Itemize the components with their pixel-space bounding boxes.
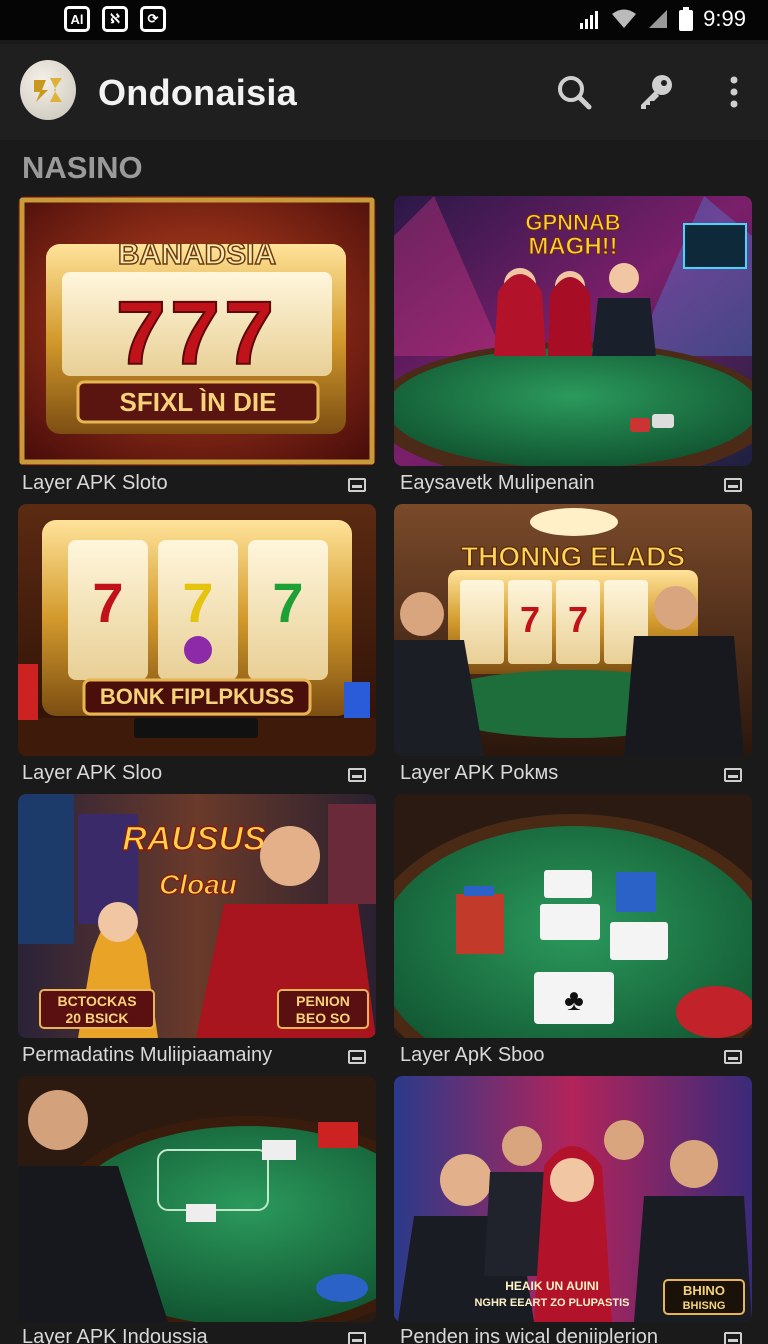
card-menu-icon[interactable] bbox=[724, 1050, 742, 1064]
game-thumbnail[interactable]: BHINO BHISNG HEAIK UN AUINI NGHR EEART Z… bbox=[394, 1076, 752, 1322]
card-caption: Penden ins wical deniiplerion bbox=[400, 1326, 658, 1344]
game-card[interactable]: BANADSIA 777 SFIXL ÌN DIE Layer APK Slot… bbox=[18, 196, 376, 496]
badge-left-line1: BCTOCKAS bbox=[57, 993, 136, 1009]
game-card[interactable]: 7 7 THONNG ELADS Layer APK Pokмs bbox=[394, 504, 752, 794]
signal-icon bbox=[580, 11, 599, 29]
card-caption: Layer APK Indoussia bbox=[22, 1326, 208, 1344]
card-menu-icon[interactable] bbox=[348, 1050, 366, 1064]
bottom-text-line1: HEAIK UN AUINI bbox=[505, 1279, 599, 1293]
status-bar: Al ℵ ⟳ 9:99 bbox=[0, 0, 768, 40]
battery-icon bbox=[679, 7, 694, 31]
game-thumbnail[interactable]: 7 7 7 BONK FIPLPKUSS bbox=[18, 504, 376, 756]
svg-text:7: 7 bbox=[92, 571, 123, 634]
svg-text:♣: ♣ bbox=[564, 984, 584, 1017]
svg-text:7: 7 bbox=[568, 599, 588, 640]
banner-text: GPNNAB bbox=[525, 210, 620, 235]
notification-icon: ℵ bbox=[102, 6, 128, 32]
game-card[interactable]: BHINO BHISNG HEAIK UN AUINI NGHR EEART Z… bbox=[394, 1076, 752, 1344]
badge-right-line1: BHINO bbox=[683, 1283, 725, 1298]
sub-text: MAGH!! bbox=[528, 233, 617, 260]
reels-text: 777 bbox=[116, 284, 278, 384]
game-card[interactable]: 7 7 7 BONK FIPLPKUSS Layer APK Sloo bbox=[18, 504, 376, 794]
sub-text: SFIXL ÌN DIE bbox=[120, 387, 277, 417]
game-thumbnail[interactable] bbox=[18, 1076, 376, 1322]
badge-left-line2: 20 BSICK bbox=[65, 1010, 128, 1026]
card-caption: Permadatins Muliipiaamainy bbox=[22, 1044, 273, 1066]
section-title: NASINO bbox=[22, 150, 143, 185]
key-button[interactable] bbox=[634, 70, 678, 114]
card-caption: Eaysavetk Mulipenain bbox=[400, 472, 595, 494]
game-card[interactable]: RAUSUS Cloau BCTOCKAS 20 BSICK PENION BE… bbox=[18, 794, 376, 1074]
card-menu-icon[interactable] bbox=[348, 478, 366, 492]
logo-mark-icon bbox=[34, 78, 62, 102]
svg-text:7: 7 bbox=[182, 571, 213, 634]
banner-text: RAUSUS bbox=[122, 820, 266, 858]
card-menu-icon[interactable] bbox=[724, 1332, 742, 1344]
game-thumbnail[interactable]: 7 7 THONNG ELADS bbox=[394, 504, 752, 756]
card-caption: Layer ApK Sboo bbox=[400, 1044, 545, 1066]
game-card[interactable]: GPNNAB MAGH!! Eaysavetk Mulipenain bbox=[394, 196, 752, 496]
wifi-icon bbox=[612, 9, 637, 28]
game-thumbnail[interactable]: RAUSUS Cloau BCTOCKAS 20 BSICK PENION BE… bbox=[18, 794, 376, 1038]
card-menu-icon[interactable] bbox=[348, 1332, 366, 1344]
sub-text: Cloau bbox=[159, 869, 237, 900]
card-caption: Layer APK Pokмs bbox=[400, 762, 559, 784]
svg-text:7: 7 bbox=[272, 571, 303, 634]
clock: 9:99 bbox=[703, 6, 746, 31]
card-menu-icon[interactable] bbox=[724, 478, 742, 492]
card-menu-icon[interactable] bbox=[348, 768, 366, 782]
banner-text: BANADSIA bbox=[118, 238, 276, 271]
sync-icon: ⟳ bbox=[140, 6, 166, 32]
app-logo[interactable] bbox=[20, 60, 76, 120]
badge-right-line2: BEO SO bbox=[296, 1010, 351, 1026]
banner-text: THONNG ELADS bbox=[461, 541, 685, 572]
more-button[interactable] bbox=[712, 70, 756, 114]
card-caption: Layer APK Sloto bbox=[22, 472, 168, 494]
game-thumbnail[interactable]: GPNNAB MAGH!! bbox=[394, 196, 752, 466]
game-card[interactable]: ♣ Layer ApK Sboo bbox=[394, 794, 752, 1074]
app-title: Ondonaisia bbox=[98, 72, 298, 113]
game-thumbnail[interactable]: ♣ bbox=[394, 794, 752, 1038]
notification-icon: Al bbox=[64, 6, 90, 32]
banner-text: BONK FIPLPKUSS bbox=[100, 684, 294, 709]
app-bar: Ondonaisia bbox=[0, 44, 768, 140]
more-vert-icon bbox=[730, 76, 738, 108]
card-caption: Layer APK Sloo bbox=[22, 762, 163, 784]
game-thumbnail[interactable]: BANADSIA 777 SFIXL ÌN DIE bbox=[18, 196, 376, 466]
search-button[interactable] bbox=[552, 70, 596, 114]
key-icon bbox=[641, 75, 672, 109]
game-card[interactable]: Layer APK Indoussia bbox=[18, 1076, 376, 1344]
badge-right-line1: PENION bbox=[296, 993, 350, 1009]
cell-signal-icon bbox=[649, 10, 668, 28]
badge-right-line2: BHISNG bbox=[683, 1300, 726, 1312]
bottom-text-line2: NGHR EEART ZO PLUPASTIS bbox=[474, 1297, 629, 1309]
svg-text:7: 7 bbox=[520, 599, 540, 640]
card-menu-icon[interactable] bbox=[724, 768, 742, 782]
search-icon bbox=[558, 76, 592, 110]
